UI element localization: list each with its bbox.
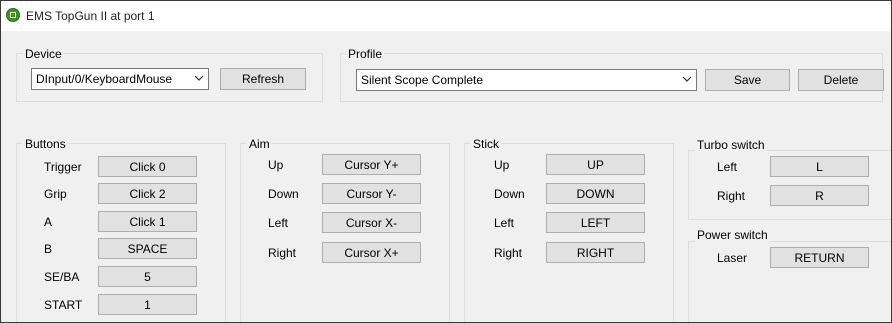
title-bar: EMS TopGun II at port 1 <box>1 1 891 31</box>
device-select-value: DInput/0/KeyboardMouse <box>36 72 173 86</box>
buttons-row-binding[interactable]: 1 <box>98 294 197 315</box>
aim-row-label: Right <box>268 246 297 260</box>
power-switch-group-title: Power switch <box>695 228 770 242</box>
aim-row-label: Left <box>268 216 289 230</box>
delete-button[interactable]: Delete <box>798 69 884 91</box>
turbo-row-binding[interactable]: R <box>770 185 869 206</box>
aim-row-binding[interactable]: Cursor Y+ <box>322 154 421 175</box>
buttons-row-label: START <box>44 298 83 312</box>
buttons-row-binding[interactable]: SPACE <box>98 238 197 259</box>
turbo-row-binding[interactable]: L <box>770 156 869 177</box>
aim-group-title: Aim <box>247 137 272 151</box>
stick-row-label: Left <box>494 216 515 230</box>
buttons-row-binding[interactable]: Click 1 <box>98 211 197 232</box>
device-select[interactable]: DInput/0/KeyboardMouse <box>31 68 209 90</box>
app-icon <box>6 8 20 22</box>
buttons-row-binding[interactable]: 5 <box>98 266 197 287</box>
aim-row-binding[interactable]: Cursor X+ <box>322 242 421 263</box>
aim-row-binding[interactable]: Cursor X- <box>322 212 421 233</box>
turbo-switch-group-title: Turbo switch <box>695 138 767 152</box>
buttons-group-title: Buttons <box>23 137 68 151</box>
stick-row-binding[interactable]: DOWN <box>546 183 645 204</box>
device-group-title: Device <box>23 47 64 61</box>
aim-row-label: Down <box>268 187 299 201</box>
aim-row-binding[interactable]: Cursor Y- <box>322 183 421 204</box>
aim-row-label: Up <box>268 158 284 172</box>
buttons-row-label: SE/BA <box>44 270 80 284</box>
profile-select-value: Silent Scope Complete <box>361 73 484 87</box>
buttons-row-binding[interactable]: Click 0 <box>98 156 197 177</box>
stick-group-title: Stick <box>471 137 502 151</box>
profile-select[interactable]: Silent Scope Complete <box>356 69 697 91</box>
stick-row-binding[interactable]: RIGHT <box>546 242 645 263</box>
chevron-down-icon <box>194 75 204 81</box>
power-row-binding[interactable]: RETURN <box>770 247 869 268</box>
save-button[interactable]: Save <box>705 69 790 91</box>
buttons-row-binding[interactable]: Click 2 <box>98 183 197 204</box>
window-title: EMS TopGun II at port 1 <box>26 9 155 23</box>
refresh-button[interactable]: Refresh <box>220 68 306 90</box>
buttons-row-label: Trigger <box>44 160 82 174</box>
buttons-row-label: A <box>44 215 53 229</box>
stick-row-label: Down <box>494 187 525 201</box>
power-row-label: Laser <box>717 251 748 265</box>
stick-row-binding[interactable]: LEFT <box>546 212 645 233</box>
stick-row-binding[interactable]: UP <box>546 154 645 175</box>
buttons-row-label: B <box>44 242 53 256</box>
buttons-row-label: Grip <box>44 187 67 201</box>
stick-row-label: Up <box>494 158 510 172</box>
stick-row-label: Right <box>494 246 523 260</box>
app-window: EMS TopGun II at port 1 Device DInput/0/… <box>0 0 892 323</box>
turbo-row-label: Left <box>717 160 738 174</box>
profile-group-title: Profile <box>346 47 385 61</box>
turbo-row-label: Right <box>717 189 746 203</box>
chevron-down-icon <box>682 76 692 82</box>
